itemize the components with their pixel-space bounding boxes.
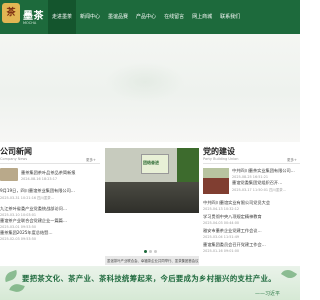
nav-item-news[interactable]: 新闻中心	[76, 0, 104, 34]
news-title[interactable]: 墨谊党委集团党组织召开…	[232, 180, 300, 186]
party-thumbnail[interactable]	[203, 168, 229, 194]
news-title[interactable]: 墨谊集团委员会召开党建工作会…	[203, 242, 300, 248]
brand-name[interactable]: 墨茶	[23, 7, 44, 22]
slogan-quote: 要把茶文化、茶产业、茶科技统筹起来，今后要成为乡村振兴的支柱产业。	[22, 274, 276, 283]
list-item[interactable]: 墨茶集团2025年度总结暨… 2025-02-03 09:53:50	[0, 230, 100, 241]
news-title[interactable]: 9月19日，四川墨谊茶业集团有限公司…	[0, 188, 100, 194]
party-building-title: 党的建设	[203, 147, 235, 156]
nav-item-contact[interactable]: 联系我们	[216, 0, 244, 34]
list-item[interactable]: 学习贯彻中央八项规定精神教育 2025-04-03 00:44:00	[203, 214, 300, 225]
top-navigation-bar: 茶 墨茶 MOCHA 走进墨茶 新闻中心 墨谊品赛 产品中心 在线留言 网上商城…	[0, 0, 300, 34]
news-date: 2024-08-16 18:23:17	[21, 177, 58, 181]
news-title[interactable]: 墨茶集团2025年度总结暨…	[0, 230, 100, 236]
news-date: 2025-03-31 10:21:16 四川墨茶…	[0, 196, 55, 200]
news-date: 2025-03-10 10:03:01	[0, 213, 37, 217]
brand-logo-icon[interactable]: 茶	[2, 3, 20, 23]
company-news-title: 公司新闻	[0, 147, 32, 156]
news-title[interactable]: 九江茶叶省委产业党委统战部访问…	[0, 206, 100, 212]
news-date: 2025-04-03 00:44:00	[203, 221, 240, 225]
news-title[interactable]: 墨茶集团茶叶品茶品茶简新报	[21, 170, 100, 176]
photo-caption[interactable]: 墨谊茶叶产业联合会、幸福茶企业共同举行、墨茶集团首会议	[107, 258, 199, 263]
leaf-icon	[3, 269, 19, 283]
slogan-signature: ——习近平	[255, 291, 281, 297]
news-date: 2025-02-03 09:53:50	[0, 237, 37, 241]
news-title[interactable]: 墨谊茶产业联合会党建企业一篇篇…	[0, 218, 100, 224]
leaf-icon	[9, 282, 25, 294]
thumbnail-sky	[203, 168, 229, 178]
photo-plants	[177, 148, 199, 182]
hero-banner[interactable]	[0, 34, 300, 142]
news-date: 2025-01-16 09:01:00	[203, 249, 240, 253]
news-date: 2025-03-17 11:50:01 四川墨茶…	[232, 188, 287, 192]
nav-item-products[interactable]: 产品中心	[132, 0, 160, 34]
list-item[interactable]: 中共四川墨谊实业有限公司党员大会 2025-04-13 10:32:12	[203, 200, 300, 211]
list-item[interactable]: 9月19日，四川墨谊茶业集团有限公司… 2025-03-31 10:21:16 …	[0, 188, 100, 200]
divider	[203, 163, 300, 164]
hero-watermark	[105, 62, 185, 102]
party-building-subtitle: Party Building Union	[203, 157, 239, 161]
carousel-dot[interactable]	[144, 250, 147, 253]
main-nav: 走进墨茶 新闻中心 墨谊品赛 产品中心 在线留言 网上商城 联系我们	[48, 0, 244, 34]
list-item[interactable]: 雅安市墨茶企业党建工作会议… 2025-03-04 11:51:49	[203, 228, 300, 239]
carousel-dot[interactable]	[154, 250, 157, 253]
nav-item-about[interactable]: 走进墨茶	[48, 0, 77, 34]
list-item[interactable]: 中共四川墨茶实业集团有限公司… 2025-08-25 16:51:21	[232, 168, 300, 179]
company-news-subtitle: Company News	[0, 157, 28, 161]
news-date: 2025-03-04 11:51:49	[203, 235, 240, 239]
list-item[interactable]: 墨谊党委集团党组织召开… 2025-03-17 11:50:01 四川墨茶…	[232, 180, 300, 192]
carousel-dot[interactable]	[149, 250, 152, 253]
divider	[0, 163, 100, 164]
photo-crowd	[105, 182, 199, 213]
news-title[interactable]: 雅安市墨茶企业党建工作会议…	[203, 228, 300, 234]
news-title[interactable]: 学习贯彻中央八项规定精神教育	[203, 214, 300, 220]
nav-item-shop[interactable]: 网上商城	[188, 0, 216, 34]
news-date: 2025-04-13 10:32:12	[203, 207, 240, 211]
brand-subtitle: MOCHA	[23, 21, 37, 25]
news-photo[interactable]: 团结奋进	[105, 148, 199, 213]
news-title[interactable]: 中共四川墨谊实业有限公司党员大会	[203, 200, 300, 206]
list-item[interactable]: 九江茶叶省委产业党委统战部访问… 2025-03-10 10:03:01	[0, 206, 100, 217]
leaf-icon	[280, 267, 298, 281]
thumbnail-banner	[203, 178, 229, 194]
list-item[interactable]: 墨谊集团委员会召开党建工作会… 2025-01-16 09:01:00	[203, 242, 300, 253]
nav-item-contest[interactable]: 墨谊品赛	[104, 0, 132, 34]
list-item[interactable]: 墨谊茶产业联合会党建企业一篇篇… 2025-03-01 09:53:50	[0, 218, 100, 229]
nav-item-message[interactable]: 在线留言	[160, 0, 188, 34]
news-date: 2025-08-25 16:51:21	[232, 175, 269, 179]
news-title[interactable]: 中共四川墨茶实业集团有限公司…	[232, 168, 300, 174]
photo-screen-text: 团结奋进	[143, 160, 159, 165]
carousel-indicator	[144, 250, 157, 253]
news-date: 2025-03-01 09:53:50	[0, 225, 37, 229]
news-thumbnail[interactable]	[0, 168, 18, 181]
list-item[interactable]: 墨茶集团茶叶品茶品茶简新报 2024-08-16 18:23:17	[21, 170, 100, 181]
